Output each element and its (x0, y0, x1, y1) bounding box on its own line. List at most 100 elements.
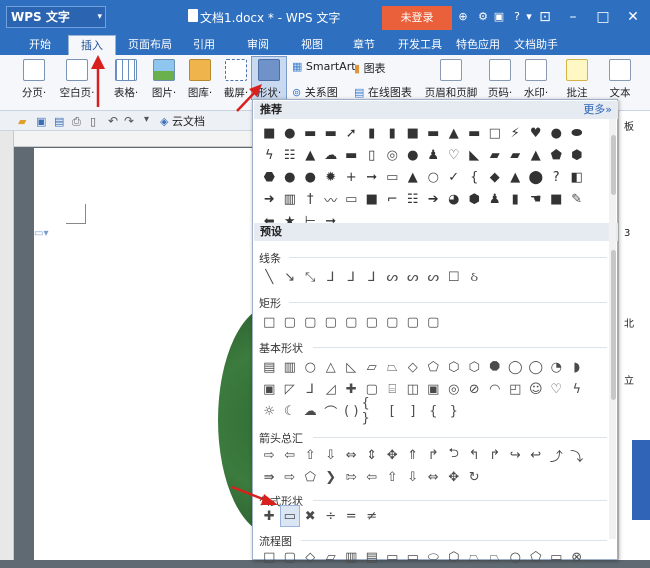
shape-left-up-arrow[interactable]: ↰ (464, 444, 485, 466)
shape-laptop[interactable]: ▭ (341, 188, 362, 210)
shape-line-double-arrow[interactable]: ⤡ (300, 266, 321, 288)
chart-button[interactable]: ▮ 图表 (354, 60, 386, 76)
shape-right-arrow[interactable]: ⇨ (259, 444, 280, 466)
shape-left-arrow-callout[interactable]: ⇦ (362, 466, 383, 488)
header-footer-button[interactable]: 页眉和页脚 (420, 59, 482, 100)
shape-pie[interactable]: ◕ (444, 188, 465, 210)
tab-chapter[interactable]: 章节 (346, 35, 382, 55)
shape-hexagon[interactable]: ⬢ (567, 144, 588, 166)
shape-heart-outline[interactable]: ♡ (444, 144, 465, 166)
shape-cloud-outline[interactable]: ☁ (300, 400, 321, 422)
shape-snip-rect3[interactable]: ▢ (341, 311, 362, 333)
shape-cross-outline[interactable]: ✚ (341, 378, 362, 400)
shape-flow-alt-process[interactable]: ▢ (280, 546, 301, 568)
redo-icon[interactable]: ↷ (124, 114, 134, 128)
shape-arrow-right[interactable]: ➞ (362, 166, 383, 188)
cloud-doc-tab[interactable]: ◈ 云文档 (160, 113, 205, 129)
shape-pentagon-arrow[interactable]: ⬠ (300, 466, 321, 488)
picture-button[interactable]: 图片· (144, 59, 184, 100)
shape-person[interactable]: ♟ (423, 144, 444, 166)
shape-moon[interactable]: ☾ (280, 400, 301, 422)
undo-icon[interactable]: ↶ (108, 114, 118, 128)
shape-trapezoid[interactable]: ⬟ (546, 144, 567, 166)
shape-line-arrow[interactable]: ↘ (280, 266, 301, 288)
page-number-button[interactable]: 页码· (480, 59, 520, 100)
shape-parallelogram[interactable]: ▰ (485, 144, 506, 166)
shape-lr-arrow-callout[interactable]: ⇔ (423, 466, 444, 488)
shape-corner[interactable]: ⌐ (382, 188, 403, 210)
shape-brace-pair[interactable]: { } (362, 396, 383, 426)
shape-right-bracket[interactable]: ] (403, 400, 424, 422)
shape-triangle-outline[interactable]: △ (321, 356, 342, 378)
shape-curved-right-arrow[interactable]: ↪ (505, 444, 526, 466)
shape-rect-outline[interactable]: □ (259, 311, 280, 333)
shape-up-arrow[interactable]: ⇧ (300, 444, 321, 466)
shape-pentagon-outline[interactable]: ⬠ (423, 356, 444, 378)
shape-curve-arrow[interactable]: ᔕ (403, 266, 424, 288)
shape-round-rect3[interactable]: ▢ (403, 311, 424, 333)
print-icon[interactable]: ⎙ (72, 115, 81, 129)
shape-elbow[interactable]: ⅃ (321, 266, 342, 288)
shape-math-multiply[interactable]: ✖ (300, 505, 321, 527)
shape-flowchart[interactable]: ▬ (464, 122, 485, 144)
shape-left-right-arrow[interactable]: ⇔ (341, 444, 362, 466)
shape-bar[interactable]: ▬ (341, 144, 362, 166)
shape-flow-decision[interactable]: ◇ (300, 546, 321, 568)
shape-block-arc[interactable]: ◠ (485, 378, 506, 400)
shape-callout2[interactable]: ▮ (382, 122, 403, 144)
shape-rounded-rect-outline[interactable]: ▢ (280, 311, 301, 333)
shape-hexagon2[interactable]: ⬢ (464, 188, 485, 210)
shape-square-outline[interactable]: □ (485, 122, 506, 144)
paging-button[interactable]: 分页· (14, 59, 54, 100)
shape-snip-rect2[interactable]: ▢ (321, 311, 342, 333)
shape-pin[interactable]: ⬤ (526, 166, 547, 188)
shape-no-symbol[interactable]: ⊘ (464, 378, 485, 400)
more-link[interactable]: 更多» (583, 101, 612, 119)
shape-up-down-arrow[interactable]: ⇕ (362, 444, 383, 466)
shape-cross[interactable]: † (300, 188, 321, 210)
shape-cloud[interactable]: ☁ (321, 144, 342, 166)
shape-rect[interactable]: ■ (259, 122, 280, 144)
shape-parallelogram2[interactable]: ▰ (505, 144, 526, 166)
shape-trapezoid-outline[interactable]: ⏢ (382, 356, 403, 378)
shape-pie-outline[interactable]: ◔ (546, 356, 567, 378)
shape-flow-process[interactable]: □ (259, 546, 280, 568)
shape-parallelogram-outline[interactable]: ▱ (362, 356, 383, 378)
shape-circle-outline[interactable]: ○ (423, 166, 444, 188)
shape-freeform[interactable]: ☐ (444, 266, 465, 288)
shape-ellipse[interactable]: ⬬ (567, 122, 588, 144)
shape-diamond-outline[interactable]: ◇ (403, 356, 424, 378)
shape-hand[interactable]: ☚ (526, 188, 547, 210)
shape-left-arrow[interactable]: ⇦ (280, 444, 301, 466)
shape-triangle[interactable]: ▲ (300, 144, 321, 166)
panel-scroll-thumb[interactable] (611, 250, 616, 400)
shape-elbow-double[interactable]: ⅃ (362, 266, 383, 288)
skin-icon[interactable]: ⊕ (456, 10, 470, 24)
shape-ring[interactable]: ◎ (382, 144, 403, 166)
shape-up-arrow-callout[interactable]: ⇧ (382, 466, 403, 488)
shape-flow-predefined[interactable]: ▥ (341, 546, 362, 568)
shape-quad-arrow-callout[interactable]: ✥ (444, 466, 465, 488)
shape-can[interactable]: ⌸ (382, 378, 403, 400)
shape-donut[interactable]: ◎ (444, 378, 465, 400)
shape-lightning-outline[interactable]: ϟ (567, 378, 588, 400)
shape-u-turn-arrow[interactable]: ⮌ (444, 444, 465, 466)
shape-monitor[interactable]: ▭ (382, 166, 403, 188)
open-icon[interactable]: ▰ (18, 115, 26, 128)
shape-math-equal[interactable]: = (341, 505, 362, 527)
shape-decagon-outline[interactable]: ◯ (505, 356, 526, 378)
shape-oval[interactable]: ● (280, 166, 301, 188)
shape-left-bracket[interactable]: [ (382, 400, 403, 422)
shape-flow-multidoc[interactable]: ▭ (403, 546, 424, 568)
shape-down-arrow[interactable]: ⇩ (321, 444, 342, 466)
shape-elbow-arrow[interactable]: ⅃ (341, 266, 362, 288)
shape-square-dark[interactable]: ■ (362, 188, 383, 210)
qat-dropdown-icon[interactable]: ▾ (144, 114, 149, 125)
restore-ribbon-icon[interactable]: ⊡ (532, 6, 558, 28)
shape-lightning[interactable]: ⚡ (505, 122, 526, 144)
shape-curve[interactable]: ᔕ (382, 266, 403, 288)
shape-snip-rect[interactable]: ▢ (300, 311, 321, 333)
shape-doc[interactable]: ▮ (505, 188, 526, 210)
shape-textbox-v[interactable]: ▥ (280, 356, 301, 378)
tab-insert[interactable]: 插入 (68, 35, 116, 55)
